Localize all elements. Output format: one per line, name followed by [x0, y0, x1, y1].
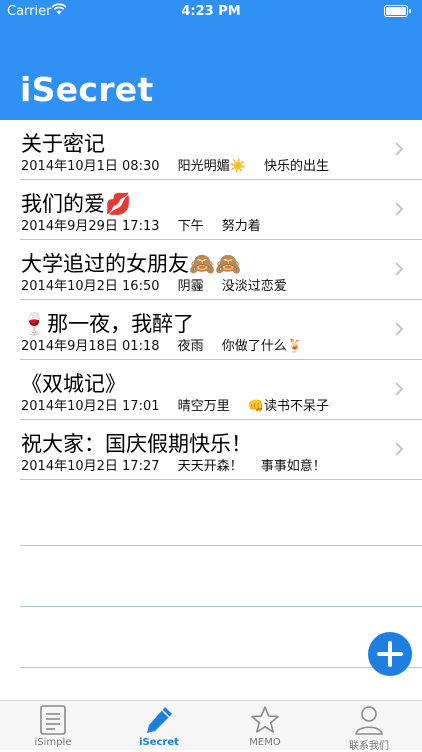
entry-date: 2014年9月29日 17:13 [21, 219, 160, 234]
entry-mood: 快乐的出生 [263, 159, 329, 174]
entry-date: 2014年10月2日 17:27 [21, 459, 160, 474]
entry-title: 我们的爱💋 [21, 192, 132, 216]
entry-mood: 👊读书不呆子 [247, 399, 329, 414]
tab-isecret[interactable]: iSecret [106, 701, 212, 751]
entry-meta: 2014年10月2日 17:01 晴空万里 👊读书不呆子 [21, 395, 343, 414]
tab-label: iSimple [34, 737, 72, 748]
entry-title: 关于密记 [21, 132, 105, 156]
tab-bar: iSimple iSecret MEMO 联系我们 [0, 700, 422, 752]
empty-row-divider [20, 667, 422, 668]
entry-weather: 晴空万里 [177, 399, 230, 414]
entry-date: 2014年10月2日 17:01 [21, 399, 160, 414]
entry-title: 祝大家：国庆假期快乐！ [21, 432, 252, 456]
document-icon [40, 705, 66, 735]
entry-weather: 下午 [177, 219, 204, 234]
chevron-right-icon [395, 382, 404, 396]
tab-contact-us[interactable]: 联系我们 [316, 701, 422, 752]
entry-date: 2014年10月1日 08:30 [21, 159, 160, 174]
battery-icon [384, 5, 411, 17]
entry-date: 2014年10月2日 16:50 [21, 279, 160, 294]
page-title: iSecret [20, 70, 154, 109]
add-entry-button[interactable] [368, 632, 412, 676]
entry-weather: 阳光明媚☀️ [177, 159, 246, 174]
list-item[interactable]: 大学追过的女朋友🙈🙈 2014年10月2日 16:50 阴霾 没淡过恋爱 [20, 240, 422, 300]
empty-row-divider [20, 545, 422, 546]
entry-meta: 2014年10月1日 08:30 阳光明媚☀️ 快乐的出生 [21, 155, 343, 174]
tab-label: iSecret [139, 737, 179, 748]
entry-title: 《双城记》 [21, 372, 126, 396]
navigation-header: Carrier 4:23 PM iSecret [0, 0, 422, 120]
entry-mood: 没淡过恋爱 [221, 279, 287, 294]
status-time: 4:23 PM [181, 4, 241, 19]
chevron-right-icon [395, 142, 404, 156]
entry-meta: 2014年9月18日 01:18 夜雨 你做了什么🍹 [21, 335, 317, 354]
entry-meta: 2014年10月2日 17:27 天天开森！ 事事如意！ [21, 455, 340, 474]
list-item[interactable]: 关于密记 2014年10月1日 08:30 阳光明媚☀️ 快乐的出生 [20, 120, 422, 180]
entry-list: 关于密记 2014年10月1日 08:30 阳光明媚☀️ 快乐的出生 我们的爱💋… [0, 120, 422, 480]
entry-title: 大学追过的女朋友🙈🙈 [21, 252, 242, 276]
entry-mood: 你做了什么🍹 [221, 339, 303, 354]
list-item[interactable]: 我们的爱💋 2014年9月29日 17:13 下午 努力着 [20, 180, 422, 240]
list-item[interactable]: 《双城记》 2014年10月2日 17:01 晴空万里 👊读书不呆子 [20, 360, 422, 420]
tab-isimple[interactable]: iSimple [0, 701, 106, 751]
status-bar: Carrier 4:23 PM [0, 0, 422, 24]
entry-title: 🍷那一夜，我醉了 [21, 312, 195, 336]
list-item[interactable]: 祝大家：国庆假期快乐！ 2014年10月2日 17:27 天天开森！ 事事如意！ [20, 420, 422, 480]
list-item[interactable]: 🍷那一夜，我醉了 2014年9月18日 01:18 夜雨 你做了什么🍹 [20, 300, 422, 360]
entry-weather: 夜雨 [177, 339, 204, 354]
chevron-right-icon [395, 322, 404, 336]
empty-row-divider [20, 606, 422, 607]
entry-mood: 事事如意！ [260, 459, 326, 474]
chevron-right-icon [395, 262, 404, 276]
entry-weather: 天天开森！ [177, 459, 243, 474]
entry-meta: 2014年9月29日 17:13 下午 努力着 [21, 215, 275, 234]
entry-weather: 阴霾 [177, 279, 204, 294]
star-icon [251, 706, 279, 733]
chevron-right-icon [395, 202, 404, 216]
tab-label: MEMO [249, 737, 281, 748]
entry-date: 2014年9月18日 01:18 [21, 339, 160, 354]
entry-meta: 2014年10月2日 16:50 阴霾 没淡过恋爱 [21, 275, 301, 294]
person-icon [355, 706, 383, 735]
pencil-icon [147, 707, 172, 733]
tab-memo[interactable]: MEMO [212, 701, 318, 751]
chevron-right-icon [395, 442, 404, 456]
entry-mood: 努力着 [221, 219, 261, 234]
